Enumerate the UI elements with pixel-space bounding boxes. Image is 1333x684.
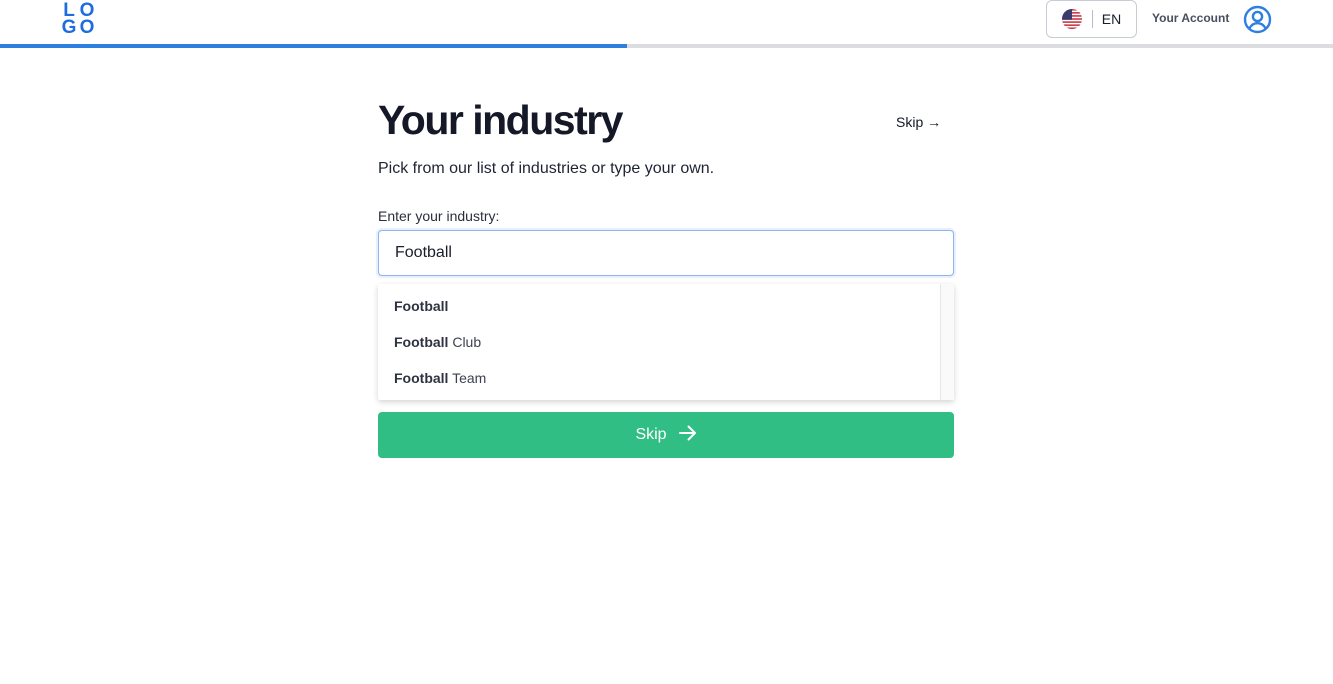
skip-link[interactable]: Skip → (896, 114, 941, 130)
suggestion-rest: Club (448, 334, 482, 350)
logo-letter: O (79, 17, 95, 38)
us-flag-icon (1061, 9, 1082, 29)
suggestions-dropdown: Football Football Club Football Team (378, 284, 954, 400)
suggestion-item[interactable]: Football Team (378, 360, 940, 396)
language-label: EN (1101, 11, 1122, 27)
skip-button-label: Skip (635, 426, 667, 443)
progress-bar-fill (0, 44, 627, 48)
skip-button[interactable]: Skip (378, 412, 954, 458)
language-divider (1091, 10, 1093, 28)
suggestion-match: Football (394, 298, 449, 314)
suggestion-item[interactable]: Football (378, 288, 940, 324)
page-subtitle: Pick from our list of industries or type… (378, 160, 715, 177)
page-title: Your industry (378, 97, 623, 143)
logo-letter: G (61, 17, 77, 38)
suggestion-rest: Team (448, 370, 487, 386)
industry-field-label: Enter your industry: (378, 208, 500, 224)
your-account-link[interactable]: Your Account (1152, 11, 1229, 25)
language-selector[interactable]: EN (1046, 0, 1137, 38)
user-circle-icon[interactable] (1243, 5, 1272, 34)
suggestions-list: Football Football Club Football Team (378, 288, 940, 396)
arrow-right-icon (678, 425, 697, 446)
top-header: L O G O EN Your Account (0, 0, 1333, 44)
suggestion-match: Football (394, 334, 449, 350)
industry-input[interactable] (378, 230, 954, 276)
suggestion-match: Football (394, 370, 449, 386)
progress-bar (0, 44, 1333, 48)
dropdown-scrollbar[interactable] (940, 284, 954, 400)
suggestion-item[interactable]: Football Club (378, 324, 940, 360)
logo[interactable]: L O G O (60, 1, 98, 38)
